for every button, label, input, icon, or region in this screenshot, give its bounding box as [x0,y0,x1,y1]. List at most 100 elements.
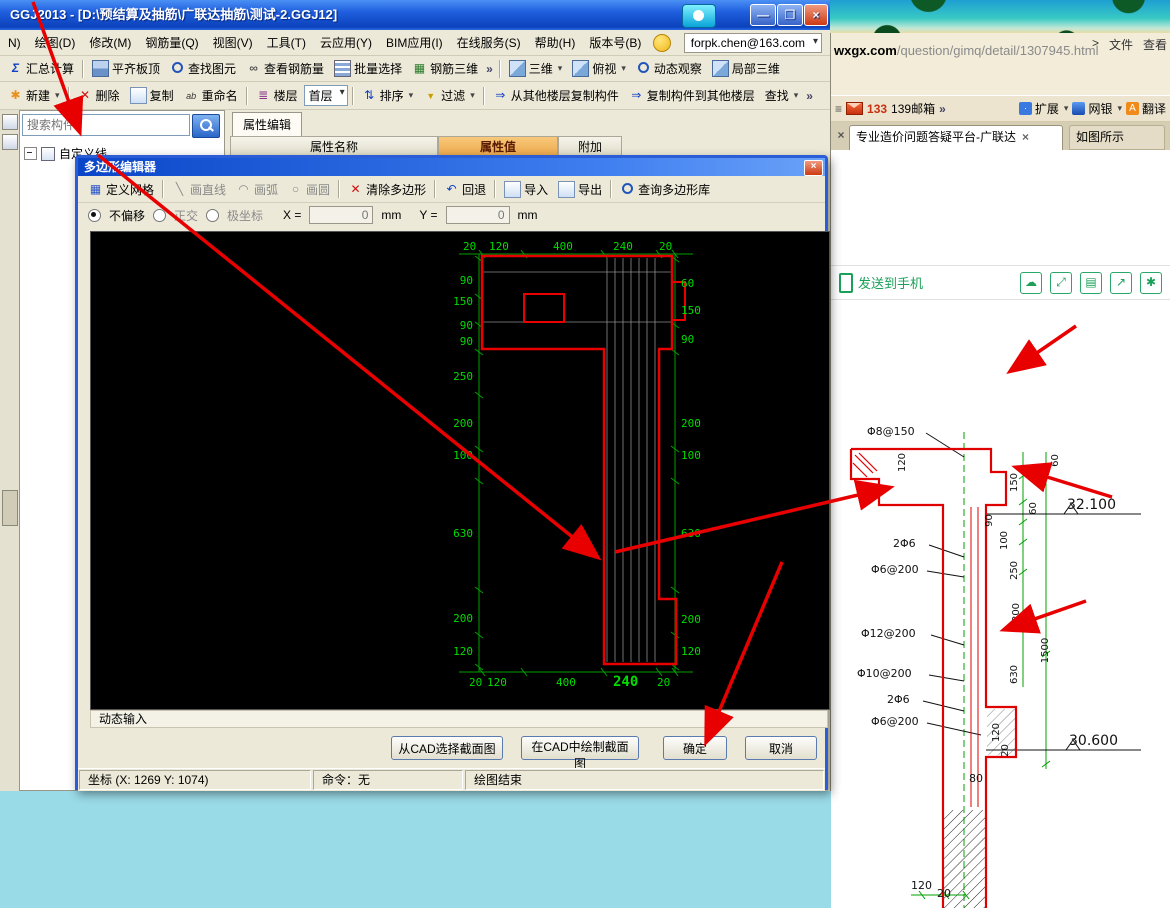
panel-icon[interactable] [2,114,18,130]
close-button[interactable]: × [804,4,828,26]
status-coordinates: 坐标 (X: 1269 Y: 1074) [79,770,311,790]
find-element-button[interactable]: 查找图元 [166,58,240,79]
undo-button[interactable]: ↶回退 [440,179,490,200]
radio-polar[interactable] [206,209,219,222]
cancel-button[interactable]: 取消 [745,736,817,760]
fullscreen-icon[interactable]: ⤢ [1050,272,1072,294]
tab-property-edit[interactable]: 属性编辑 [232,112,302,136]
cad-drawing-canvas[interactable]: 20 120 400 240 20 20 120 400 240 20 90 1… [90,231,830,710]
face-icon[interactable] [653,34,671,52]
account-dropdown[interactable]: forpk.chen@163.com [684,33,822,53]
radio-no-offset[interactable] [88,209,101,222]
panel-tab[interactable] [2,490,18,526]
define-grid-button[interactable]: ▦定义网格 [84,179,158,200]
menu-help[interactable]: 帮助(H) [529,31,582,54]
floor-select[interactable]: 首层 [304,85,348,106]
summary-calc-button[interactable]: 汇总计算 [4,58,78,79]
menu-cloud[interactable]: 云应用(Y) [314,31,378,54]
browser-menu-view[interactable]: 查看 [1143,36,1167,53]
menu-modify[interactable]: 修改(M) [83,31,137,54]
export-button[interactable]: 导出 [554,179,606,200]
ok-button[interactable]: 确定 [663,736,727,760]
copy-to-floor-button[interactable]: 复制构件到其他楼层 [625,85,759,106]
extensions-button[interactable]: 扩展 [1019,100,1069,117]
dim-label: 240 [613,674,638,690]
menu-rebar-qty[interactable]: 钢筋量(Q) [139,31,204,54]
mail-more-chevron[interactable]: » [939,102,946,116]
local-3d-button[interactable]: 局部三维 [708,58,784,79]
draw-in-cad-button[interactable]: 在CAD中绘制截面图 [521,736,639,760]
overflow-chevron[interactable]: » [484,62,495,76]
tree-collapse-icon[interactable] [24,147,37,160]
select-from-cad-button[interactable]: 从CAD选择截面图 [391,736,503,760]
tab-qa-platform[interactable]: 专业造价问题答疑平台-广联达× [849,125,1063,150]
menu-fragment[interactable]: N) [2,33,27,53]
settings-gear-icon[interactable]: ✱ [1140,272,1162,294]
top-view-button[interactable]: 俯视 [568,58,630,79]
panel-icon[interactable] [2,134,18,150]
delete-button[interactable]: 删除 [74,85,124,106]
view-3d-button[interactable]: 三维 [505,58,567,79]
minimize-button[interactable]: — [750,4,776,26]
assistant-icon[interactable] [682,4,716,28]
x-input[interactable] [309,206,373,224]
menu-online-service[interactable]: 在线服务(S) [451,31,527,54]
dialog-title-bar[interactable]: 多边形编辑器 × [78,158,825,176]
overflow-chevron[interactable]: » [804,89,815,103]
tool-label: 定义网格 [106,181,154,198]
toolbar-label: 复制构件到其他楼层 [647,87,755,104]
copy-from-floor-button[interactable]: 从其他楼层复制构件 [489,85,623,106]
cloud-icon[interactable]: ☁ [1020,272,1042,294]
browser-menu-file[interactable]: 文件 [1109,36,1133,53]
save-icon[interactable]: ▤ [1080,272,1102,294]
batch-select-button[interactable]: 批量选择 [330,58,406,79]
bank-button[interactable]: 网银 [1072,100,1122,117]
tool-label: 画直线 [190,181,226,198]
tab-as-shown[interactable]: 如图所示 [1069,125,1165,150]
grid-icon: ▦ [88,182,103,197]
rebar-3d-button[interactable]: 钢筋三维 [408,58,482,79]
dim-label: 630 [681,527,701,540]
new-icon [8,88,23,103]
tab-close-icon[interactable]: × [1022,130,1029,144]
menu-version[interactable]: 版本号(B) [583,31,647,54]
y-input[interactable] [446,206,510,224]
rename-button[interactable]: 重命名 [180,85,242,106]
page-url[interactable]: wxgx.com/question/gimq/detail/1307945.ht… [834,43,1099,58]
clear-polygon-button[interactable]: 清除多边形 [344,179,430,200]
search-input[interactable] [22,114,190,136]
sigma-icon [8,61,23,76]
dialog-close-icon[interactable]: × [804,160,823,176]
new-button[interactable]: 新建 [4,85,64,106]
sort-icon [362,88,377,103]
tool-label: 导入 [524,181,548,198]
mail-link[interactable]: 139邮箱 [891,100,935,117]
share-icon[interactable]: ↗ [1110,272,1132,294]
align-slab-button[interactable]: 平齐板顶 [88,58,164,79]
query-polygon-lib-button[interactable]: 查询多边形库 [616,179,714,200]
find-button[interactable]: 查找 [761,85,803,106]
draw-arc-button[interactable]: ◠画弧 [232,179,282,200]
hamburger-icon[interactable]: ≡ [835,102,842,116]
orbit-button[interactable]: 动态观察 [632,58,706,79]
translate-button[interactable]: 翻译 [1126,100,1166,117]
draw-circle-button[interactable]: ○画圆 [284,179,334,200]
radio-ortho[interactable] [153,209,166,222]
tab-close-icon[interactable]: × [834,128,848,142]
menu-view[interactable]: 视图(V) [207,31,259,54]
copy-button[interactable]: 复制 [126,85,178,106]
filter-button[interactable]: 过滤 [419,85,479,106]
draw-line-button[interactable]: ╲画直线 [168,179,230,200]
menu-tools[interactable]: 工具(T) [261,31,312,54]
title-bar[interactable]: GGJ2013 - [D:\预结算及抽筋\广联达抽筋\测试-2.GGJ12] —… [0,0,830,30]
menu-bim[interactable]: BIM应用(I) [380,31,449,54]
import-button[interactable]: 导入 [500,179,552,200]
search-button[interactable] [192,114,220,138]
browser-menu: > 文件 查看 [1092,36,1167,53]
dynamic-input-bar: 动态输入 [90,710,828,728]
view-rebar-qty-button[interactable]: 查看钢筋量 [242,58,328,79]
restore-button[interactable]: ❒ [777,4,803,26]
sort-button[interactable]: 排序 [358,85,418,106]
menu-draw[interactable]: 绘图(D) [29,31,82,54]
send-to-phone-button[interactable]: 发送到手机 [839,273,923,293]
